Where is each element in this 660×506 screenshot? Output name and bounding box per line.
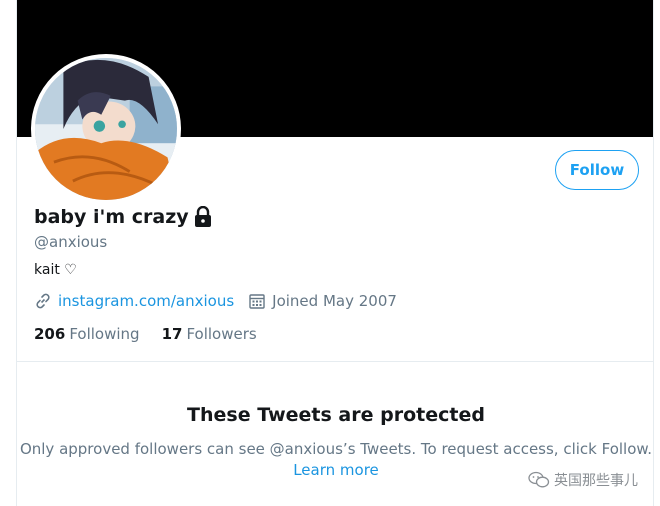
- avatar[interactable]: [31, 54, 181, 204]
- lock-icon: [193, 205, 213, 228]
- follow-button[interactable]: Follow: [555, 150, 639, 190]
- profile-meta: instagram.com/anxious Joined May 2007: [34, 292, 411, 310]
- link-icon: [36, 293, 50, 309]
- divider: [17, 361, 653, 362]
- following-number: 206: [34, 325, 66, 343]
- bio: kait ♡: [34, 262, 77, 278]
- protected-description: Only approved followers can see @anxious…: [19, 440, 653, 458]
- following-label: Following: [69, 325, 140, 343]
- profile-page: Follow baby i'm crazy @anxious kait ♡ in…: [16, 0, 654, 506]
- calendar-icon: [249, 294, 265, 309]
- follow-counts: 206 Following 17 Followers: [34, 325, 279, 343]
- handle: @anxious: [34, 233, 108, 251]
- following-count[interactable]: 206 Following: [34, 325, 140, 343]
- learn-more-text[interactable]: Learn more: [293, 461, 379, 479]
- followers-label: Followers: [186, 325, 257, 343]
- wechat-icon: [528, 471, 550, 488]
- avatar-image: [35, 58, 177, 200]
- protected-title: These Tweets are protected: [187, 404, 485, 426]
- join-date-text: Joined May 2007: [272, 292, 397, 310]
- followers-count[interactable]: 17 Followers: [162, 325, 257, 343]
- join-date: Joined May 2007: [248, 292, 397, 310]
- website-link[interactable]: instagram.com/anxious: [58, 292, 234, 310]
- watermark-text: 英国那些事儿: [554, 473, 638, 489]
- website: instagram.com/anxious: [34, 292, 234, 310]
- watermark: 英国那些事儿: [528, 470, 638, 490]
- display-name-text: baby i'm crazy: [34, 206, 189, 228]
- display-name: baby i'm crazy: [34, 205, 213, 228]
- followers-number: 17: [161, 325, 183, 343]
